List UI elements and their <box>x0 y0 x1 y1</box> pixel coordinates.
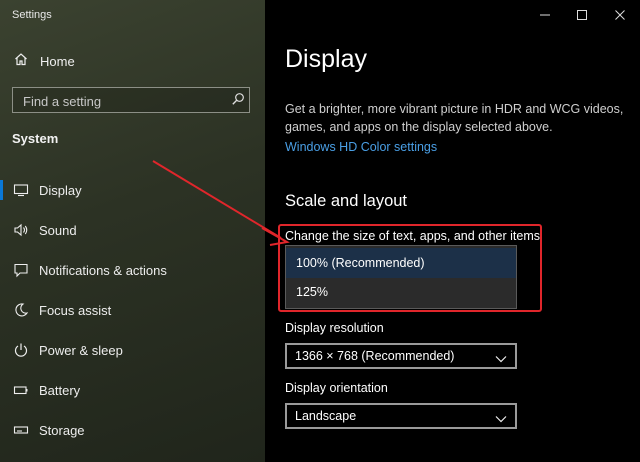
resolution-label: Display resolution <box>285 321 384 335</box>
battery-icon <box>13 382 29 398</box>
scale-label: Change the size of text, apps, and other… <box>285 229 541 243</box>
monitor-icon <box>13 182 29 198</box>
scale-layout-header: Scale and layout <box>285 192 408 210</box>
home-nav-item[interactable]: Home <box>14 52 75 70</box>
power-icon <box>13 342 29 358</box>
sidebar-item-label: Sound <box>39 222 77 238</box>
sidebar-item-notifications[interactable]: Notifications & actions <box>0 250 265 290</box>
orientation-label: Display orientation <box>285 381 388 395</box>
orientation-select[interactable]: Landscape <box>285 403 517 429</box>
sidebar-item-label: Power & sleep <box>39 342 123 358</box>
chevron-down-icon <box>495 351 507 369</box>
main-pane: Display Get a brighter, more vibrant pic… <box>265 0 640 462</box>
sidebar-item-focus-assist[interactable]: Focus assist <box>0 290 265 330</box>
scale-option-100[interactable]: 100% (Recommended) <box>286 248 516 278</box>
sidebar-item-power-sleep[interactable]: Power & sleep <box>0 330 265 370</box>
sidebar-item-display[interactable]: Display <box>0 170 265 210</box>
hdr-description: Get a brighter, more vibrant picture in … <box>285 102 624 134</box>
sidebar-item-label: Battery <box>39 382 81 398</box>
search-box <box>12 87 250 114</box>
home-label: Home <box>40 53 75 69</box>
scale-option-125[interactable]: 125% <box>286 277 516 307</box>
storage-icon <box>13 422 29 438</box>
sidebar-nav: Display Sound Notifications & actions Fo… <box>0 170 265 450</box>
sidebar-item-storage[interactable]: Storage <box>0 410 265 450</box>
moon-icon <box>13 302 29 318</box>
sidebar-item-label: Storage <box>39 422 85 438</box>
orientation-value: Landscape <box>295 409 357 423</box>
notification-icon <box>13 262 29 278</box>
app-title: Settings <box>12 9 52 21</box>
sidebar-item-label: Display <box>39 182 82 198</box>
search-input[interactable] <box>21 88 225 114</box>
windows-hd-color-link[interactable]: Windows HD Color settings <box>285 140 437 154</box>
search-icon[interactable] <box>231 92 245 111</box>
speaker-icon <box>13 222 29 238</box>
sidebar: Settings Home System Display <box>0 0 265 462</box>
chevron-down-icon <box>495 411 507 429</box>
maximize-button[interactable] <box>562 0 602 30</box>
resolution-value: 1366 × 768 (Recommended) <box>295 349 455 363</box>
close-icon <box>615 10 625 20</box>
sidebar-item-label: Focus assist <box>39 302 112 318</box>
sidebar-item-battery[interactable]: Battery <box>0 370 265 410</box>
page-title: Display <box>285 45 367 73</box>
section-title: System <box>12 131 59 146</box>
resolution-select[interactable]: 1366 × 768 (Recommended) <box>285 343 517 369</box>
minimize-icon <box>540 14 550 16</box>
close-button[interactable] <box>600 0 640 30</box>
maximize-icon <box>577 10 587 20</box>
settings-window: Settings Home System Display <box>0 0 640 462</box>
minimize-button[interactable] <box>525 0 565 30</box>
home-icon <box>14 52 28 71</box>
scale-dropdown-list: 100% (Recommended) 125% <box>285 245 517 309</box>
sidebar-item-label: Notifications & actions <box>39 262 167 278</box>
sidebar-item-sound[interactable]: Sound <box>0 210 265 250</box>
